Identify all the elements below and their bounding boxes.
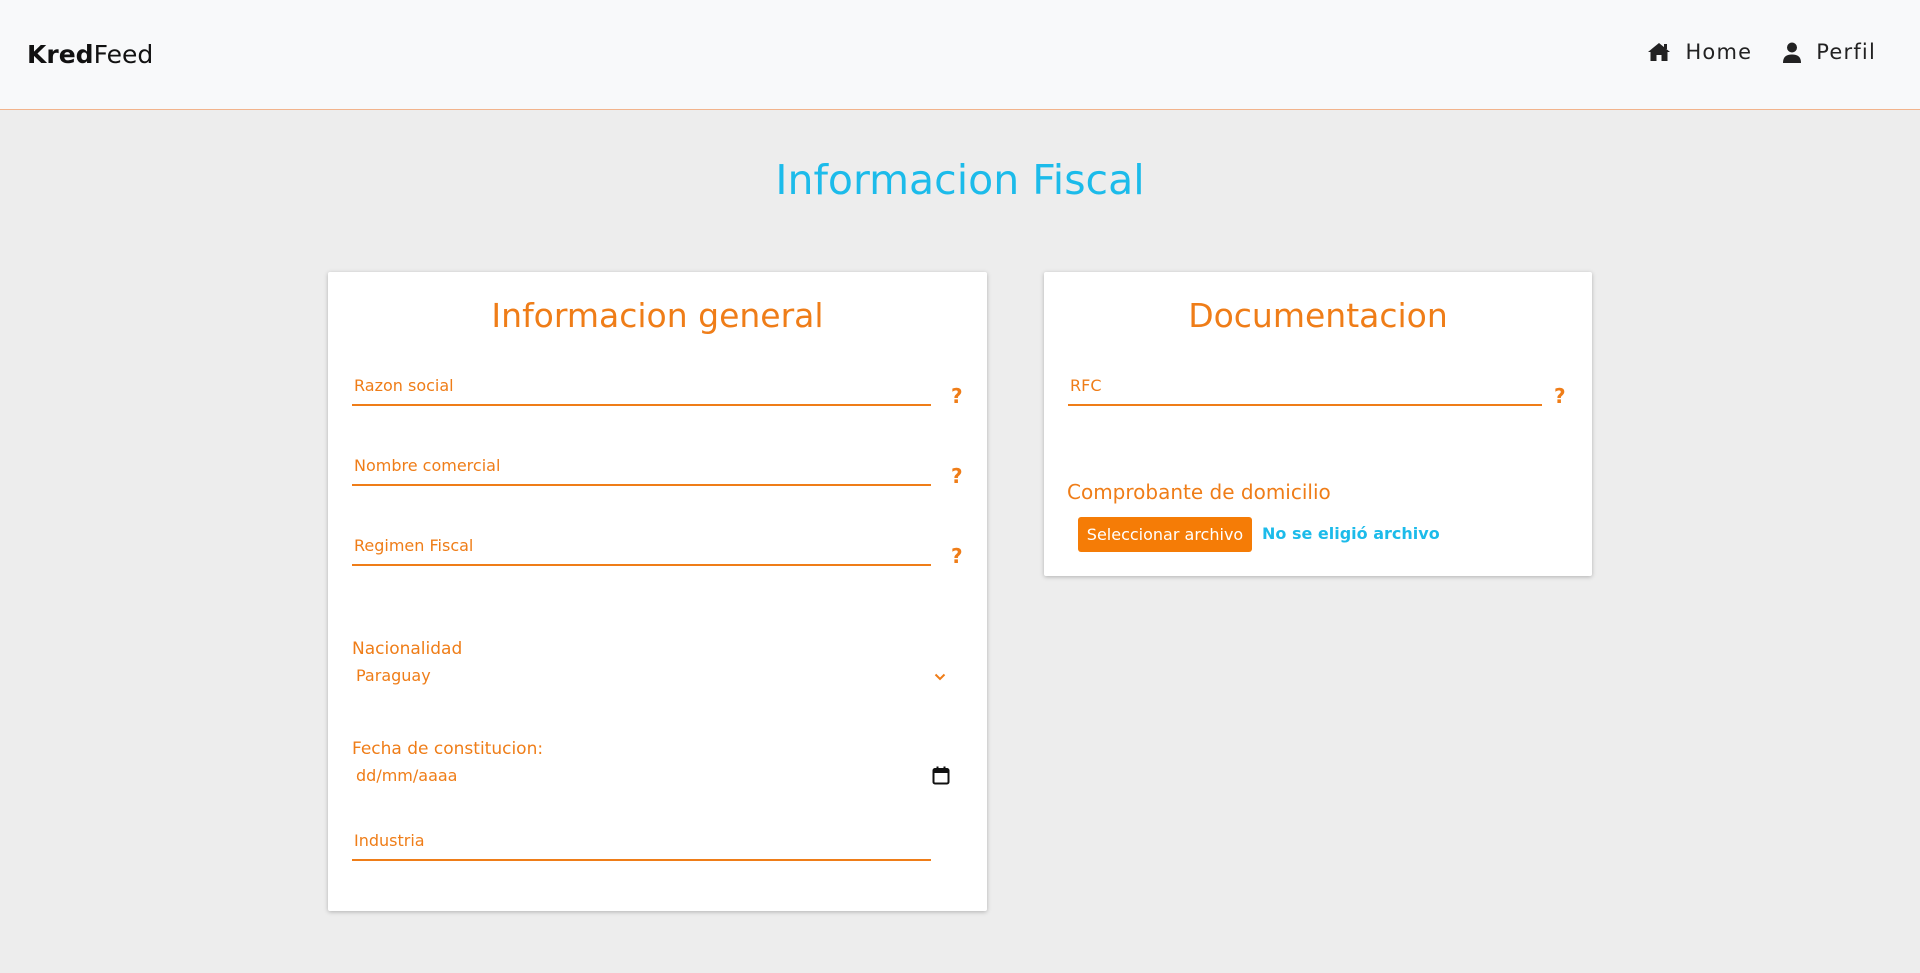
nav-home-link[interactable]: Home <box>1647 40 1752 64</box>
nacionalidad-label: Nacionalidad <box>352 639 463 659</box>
nav-profile-link[interactable]: Perfil <box>1782 40 1876 64</box>
fecha-constitucion-input[interactable]: dd/mm/aaaa <box>352 761 952 791</box>
rfc-input[interactable]: RFC <box>1068 370 1542 406</box>
razon-social-help-icon[interactable]: ? <box>951 384 963 408</box>
brand-logo[interactable]: KredFeed <box>27 40 153 69</box>
nombre-comercial-help-icon[interactable]: ? <box>951 464 963 488</box>
logo-light-text: Feed <box>93 40 154 69</box>
regimen-fiscal-help-icon[interactable]: ? <box>951 544 963 568</box>
razon-social-input[interactable]: Razon social <box>352 370 931 406</box>
nav-home-label: Home <box>1685 40 1753 64</box>
select-file-button[interactable]: Seleccionar archivo <box>1078 517 1252 552</box>
main-nav: Home Perfil <box>1617 40 1876 64</box>
razon-social-label: Razon social <box>354 376 454 395</box>
documentation-card: Documentacion RFC ? Comprobante de domic… <box>1044 272 1592 576</box>
regimen-fiscal-label: Regimen Fiscal <box>354 536 474 555</box>
top-navbar: KredFeed Home Perfil <box>0 0 1920 110</box>
comprobante-domicilio-label: Comprobante de domicilio <box>1067 480 1331 504</box>
file-status-text: No se eligió archivo <box>1262 524 1440 543</box>
nombre-comercial-input[interactable]: Nombre comercial <box>352 450 931 486</box>
calendar-icon[interactable] <box>932 766 950 785</box>
nacionalidad-value: Paraguay <box>356 666 431 685</box>
fecha-placeholder: dd/mm/aaaa <box>356 766 458 785</box>
chevron-down-icon <box>934 673 946 681</box>
industria-label: Industria <box>354 831 425 850</box>
rfc-help-icon[interactable]: ? <box>1554 384 1566 408</box>
general-info-title: Informacion general <box>491 296 824 335</box>
nombre-comercial-label: Nombre comercial <box>354 456 501 475</box>
documentation-title: Documentacion <box>1188 296 1448 335</box>
page-title: Informacion Fiscal <box>775 156 1145 204</box>
home-icon <box>1648 43 1671 61</box>
rfc-label: RFC <box>1070 376 1102 395</box>
general-info-card: Informacion general Razon social ? Nombr… <box>328 272 987 911</box>
nav-profile-label: Perfil <box>1816 40 1876 64</box>
regimen-fiscal-input[interactable]: Regimen Fiscal <box>352 530 931 566</box>
nacionalidad-select[interactable]: Paraguay <box>352 661 952 691</box>
fecha-constitucion-label: Fecha de constitucion: <box>352 739 544 759</box>
logo-bold-text: Kred <box>27 40 94 69</box>
user-icon <box>1783 42 1802 63</box>
industria-input[interactable]: Industria <box>352 825 931 861</box>
